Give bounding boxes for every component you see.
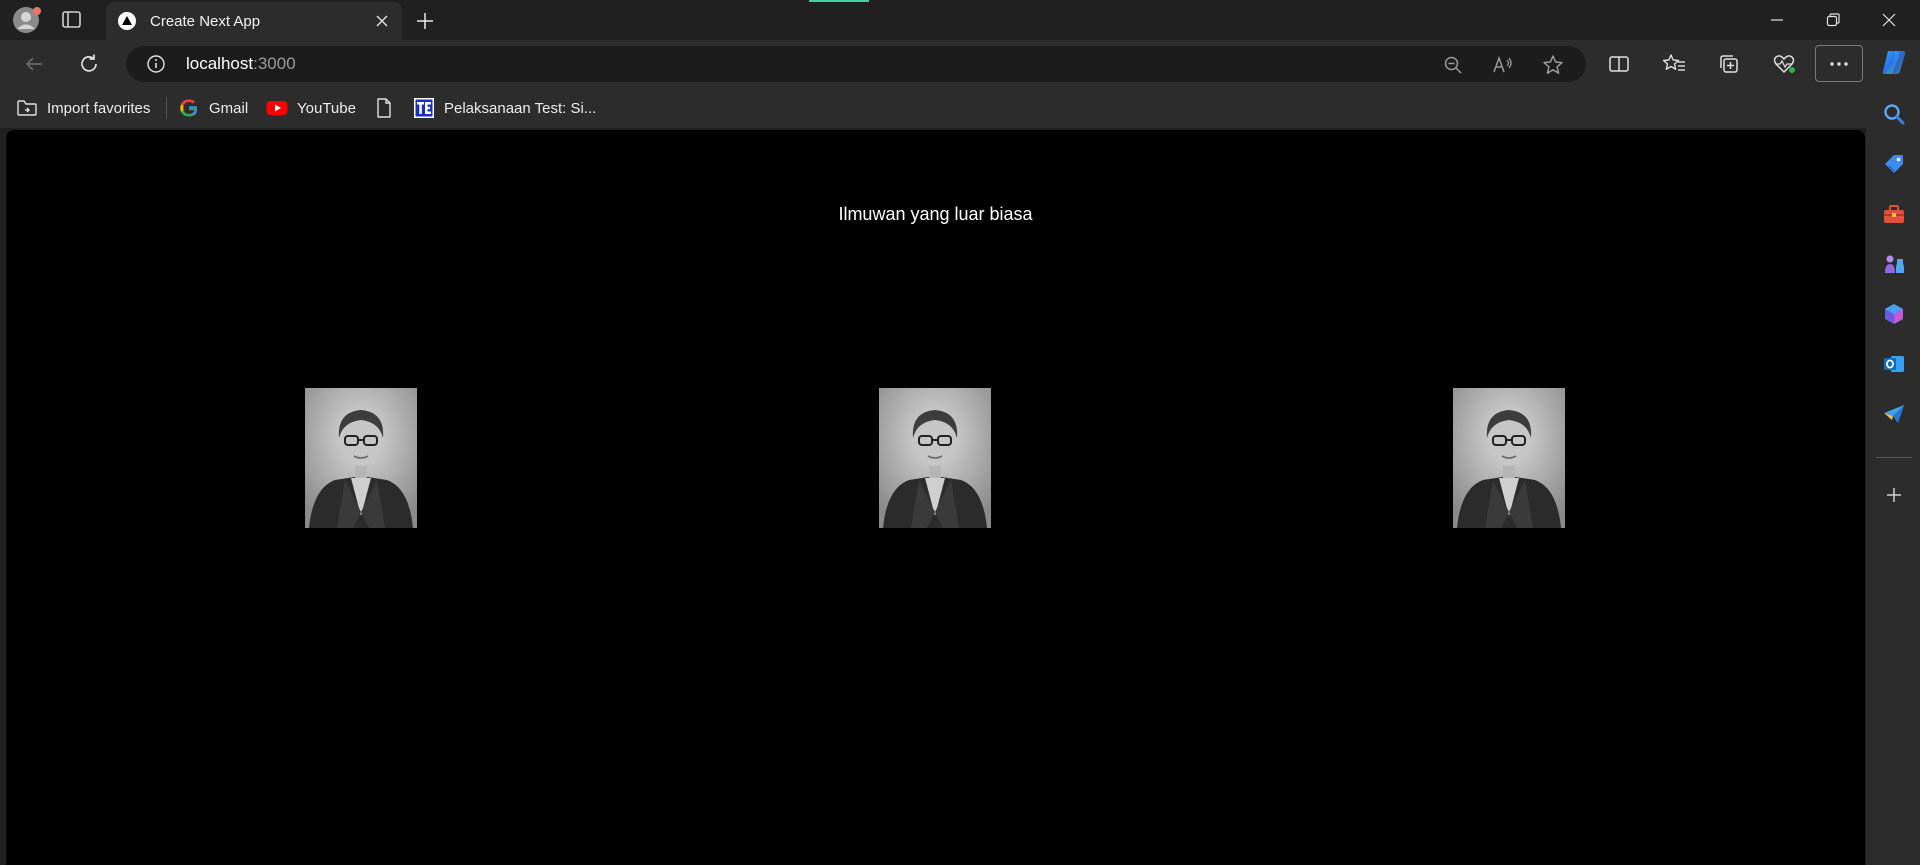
toolbar: localhost:3000 bbox=[0, 40, 1920, 88]
portrait-photo-icon bbox=[879, 388, 991, 528]
refresh-icon bbox=[81, 54, 97, 72]
read-aloud-button[interactable] bbox=[1490, 52, 1516, 78]
close-window-button[interactable] bbox=[1861, 0, 1917, 40]
plus-icon bbox=[417, 13, 433, 29]
close-icon bbox=[1882, 13, 1896, 27]
sidebar-add-button[interactable] bbox=[1881, 482, 1907, 508]
url-port: :3000 bbox=[253, 54, 296, 73]
accent-line bbox=[809, 0, 869, 2]
favorite-pelaksanaan-test[interactable]: Pelaksanaan Test: Si... bbox=[413, 95, 596, 121]
favorite-label: YouTube bbox=[297, 99, 356, 117]
split-screen-icon bbox=[1609, 56, 1629, 72]
sidebar-outlook-button[interactable] bbox=[1881, 351, 1907, 377]
search-icon bbox=[1884, 104, 1905, 125]
heart-pulse-icon bbox=[1773, 55, 1795, 73]
favorites-list-icon bbox=[1662, 54, 1685, 71]
portrait-photo-icon bbox=[305, 388, 417, 528]
sidebar-office-button[interactable] bbox=[1881, 301, 1907, 327]
copilot-button[interactable] bbox=[1876, 46, 1912, 78]
more-dots-icon bbox=[1830, 61, 1848, 66]
back-button[interactable] bbox=[16, 48, 52, 80]
info-icon bbox=[147, 55, 165, 73]
profile-avatar-button[interactable] bbox=[12, 6, 42, 34]
tab-actions-button[interactable] bbox=[60, 9, 84, 31]
games-chess-icon bbox=[1885, 255, 1904, 273]
tab-close-button[interactable] bbox=[370, 9, 394, 33]
profile-icon bbox=[13, 7, 41, 33]
settings-more-button[interactable] bbox=[1815, 45, 1863, 82]
collections-button[interactable] bbox=[1711, 48, 1747, 80]
favorite-gmail[interactable]: Gmail bbox=[178, 95, 248, 121]
microsoft365-icon bbox=[1885, 304, 1903, 324]
sidebar-send-button[interactable] bbox=[1881, 401, 1907, 427]
add-favorite-button[interactable] bbox=[1540, 52, 1566, 78]
triangle-icon bbox=[122, 16, 132, 25]
address-bar[interactable]: localhost:3000 bbox=[126, 46, 1586, 82]
refresh-button[interactable] bbox=[71, 48, 107, 80]
close-icon bbox=[376, 15, 388, 27]
favorite-label: Gmail bbox=[209, 99, 249, 117]
google-icon bbox=[178, 98, 200, 118]
minimize-button[interactable] bbox=[1749, 0, 1805, 40]
favorites-bar: Import favorites Gmail YouTube Pelaksana… bbox=[0, 88, 1880, 128]
new-tab-button[interactable] bbox=[412, 8, 438, 34]
url-host: localhost bbox=[186, 54, 254, 73]
paper-plane-icon bbox=[1884, 405, 1904, 423]
scientist-portrait-3 bbox=[1453, 388, 1565, 528]
sidebar-shopping-button[interactable] bbox=[1881, 151, 1907, 177]
tab-actions-icon bbox=[62, 11, 81, 28]
sidebar-divider bbox=[1876, 457, 1912, 458]
favorite-youtube[interactable]: YouTube bbox=[266, 95, 356, 121]
edge-sidebar bbox=[1866, 88, 1920, 865]
favorite-label: Pelaksanaan Test: Si... bbox=[444, 99, 597, 117]
tab-title: Create Next App bbox=[150, 12, 261, 30]
favorite-document[interactable] bbox=[373, 95, 404, 121]
tab-active[interactable]: Create Next App bbox=[106, 2, 402, 40]
copilot-icon bbox=[1882, 51, 1906, 74]
scientist-portrait-2 bbox=[879, 388, 991, 528]
minimize-icon bbox=[1771, 19, 1783, 21]
star-icon bbox=[1543, 55, 1563, 74]
favorite-label: Import favorites bbox=[47, 99, 151, 117]
outlook-icon bbox=[1884, 356, 1904, 372]
restore-button[interactable] bbox=[1805, 0, 1861, 40]
sidebar-search-button[interactable] bbox=[1881, 101, 1907, 127]
browser-essentials-button[interactable] bbox=[1766, 48, 1802, 80]
url-text[interactable]: localhost:3000 bbox=[186, 54, 296, 74]
page-heading: Ilmuwan yang luar biasa bbox=[838, 204, 1033, 224]
favorites-separator bbox=[166, 97, 167, 119]
nextjs-favicon-icon bbox=[118, 12, 136, 30]
favorite-import-favorites[interactable]: Import favorites bbox=[16, 95, 150, 121]
portrait-photo-icon bbox=[1453, 388, 1565, 528]
shopping-tag-icon bbox=[1885, 155, 1903, 173]
restore-icon bbox=[1826, 13, 1840, 27]
split-screen-button[interactable] bbox=[1601, 48, 1637, 80]
sidebar-games-button[interactable] bbox=[1881, 251, 1907, 277]
sidebar-tools-button[interactable] bbox=[1881, 201, 1907, 227]
plus-icon bbox=[1887, 488, 1901, 502]
toolbox-icon bbox=[1884, 205, 1904, 223]
back-arrow-icon bbox=[25, 57, 42, 71]
zoom-out-button[interactable] bbox=[1440, 52, 1466, 78]
te-logo-icon bbox=[413, 98, 435, 118]
zoom-out-icon bbox=[1444, 56, 1462, 74]
read-aloud-icon bbox=[1493, 55, 1512, 73]
youtube-icon bbox=[266, 98, 288, 118]
document-icon bbox=[373, 98, 395, 118]
site-info-button[interactable] bbox=[146, 54, 166, 74]
favorites-button[interactable] bbox=[1656, 48, 1692, 80]
page-viewport: Ilmuwan yang luar biasa bbox=[6, 130, 1865, 865]
tab-strip: Create Next App bbox=[0, 0, 1920, 40]
collections-icon bbox=[1720, 55, 1738, 73]
import-favorites-icon bbox=[16, 98, 38, 118]
scientist-portrait-1 bbox=[305, 388, 417, 528]
